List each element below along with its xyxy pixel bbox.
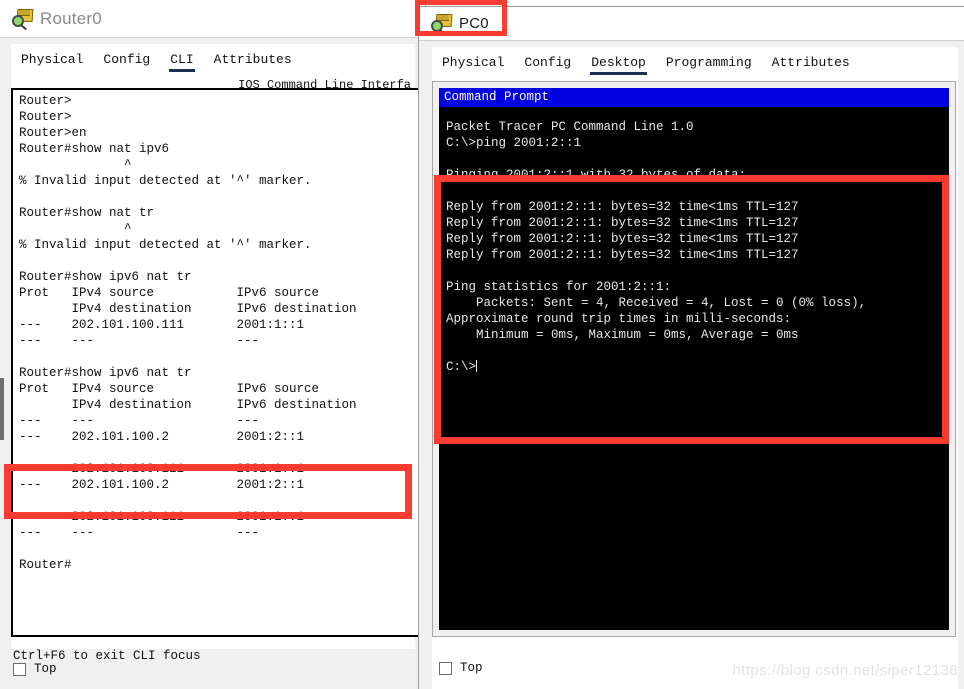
tab-attributes[interactable]: Attributes [762,52,860,75]
packet-tracer-device-icon [431,13,453,35]
pc0-title: PC0 [459,15,489,32]
router0-top-label: Top [34,662,57,676]
terminal-cursor [476,360,478,372]
tab-config[interactable]: Config [514,52,581,75]
tab-attributes[interactable]: Attributes [204,49,302,72]
pc0-tabstrip: Physical Config Desktop Programming Attr… [432,47,958,75]
cli-console-text: Router> Router> Router>en Router#show na… [19,94,357,572]
packet-tracer-device-icon [12,8,34,30]
tab-physical[interactable]: Physical [432,52,514,75]
cli-console[interactable]: Router> Router> Router>en Router#show na… [11,88,423,637]
pc0-body: Physical Config Desktop Programming Attr… [419,41,964,689]
pc0-window: PC0 Physical Config Desktop Programming … [418,6,964,689]
router0-window: Router0 Physical Config CLI Attributes I… [0,0,426,689]
router0-body: Physical Config CLI Attributes IOS Comma… [0,38,425,689]
pc0-top-label: Top [460,661,483,675]
tab-cli[interactable]: CLI [160,49,203,72]
router0-top-checkbox[interactable] [13,662,26,676]
cli-focus-hint: Ctrl+F6 to exit CLI focus [13,649,201,663]
tab-config[interactable]: Config [93,49,160,72]
command-prompt-title: Command Prompt [439,88,949,107]
tab-programming[interactable]: Programming [656,52,762,75]
router0-tabstrip: Physical Config CLI Attributes [11,44,415,72]
watermark: https://blog.csdn.net/siper12138 [732,662,958,679]
router0-top-checkbox-row[interactable]: Top [13,662,57,676]
tab-desktop[interactable]: Desktop [581,52,656,75]
pc0-top-checkbox-row[interactable]: Top [439,661,483,675]
screenshot-root: Router0 Physical Config CLI Attributes I… [0,0,964,689]
router0-scroll-nub[interactable] [0,378,4,440]
terminal-text: Packet Tracer PC Command Line 1.0 C:\>pi… [446,120,867,374]
pc0-titlebar: PC0 [419,7,964,41]
command-prompt-terminal[interactable]: Packet Tracer PC Command Line 1.0 C:\>pi… [439,107,949,630]
command-prompt-panel: Command Prompt Packet Tracer PC Command … [432,81,956,637]
tab-physical[interactable]: Physical [11,49,93,72]
router0-title: Router0 [40,8,102,28]
pc0-top-checkbox[interactable] [439,661,452,675]
router0-titlebar: Router0 [0,0,425,38]
